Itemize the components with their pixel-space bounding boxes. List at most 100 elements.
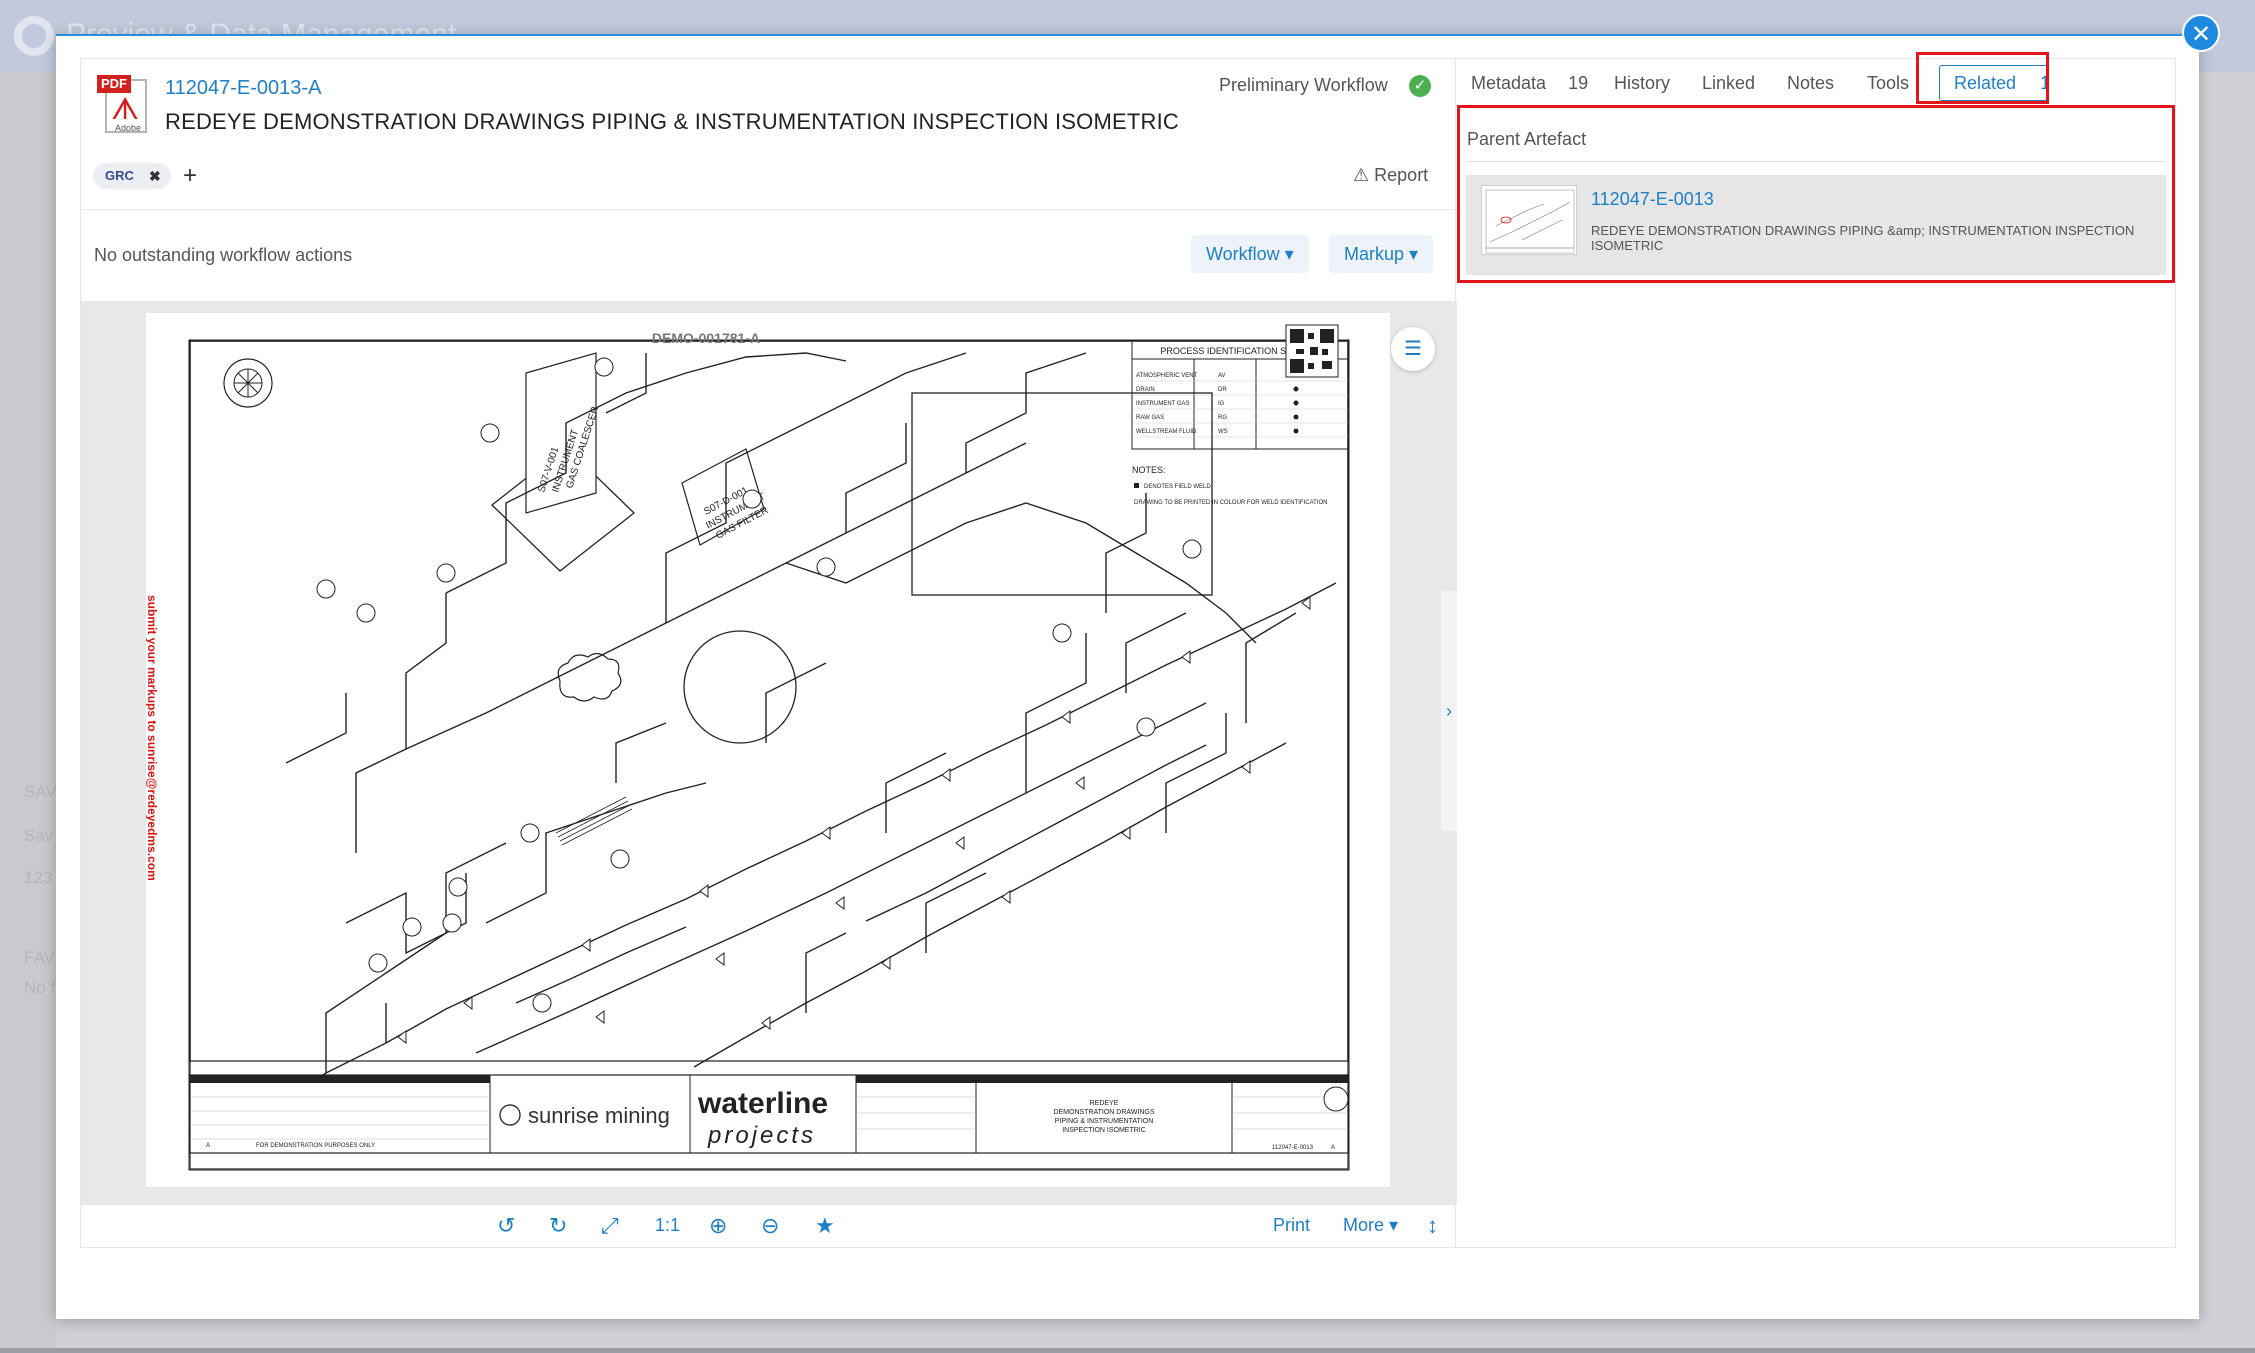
star-icon[interactable]: ★ xyxy=(815,1213,835,1239)
list-icon[interactable]: ☰ xyxy=(1391,327,1435,371)
sunrise-logo-icon xyxy=(499,1104,521,1126)
drawing-number: 112047-E-0013 xyxy=(1272,1145,1314,1151)
consultant-name: waterline xyxy=(697,1087,828,1120)
notes-title: NOTES: xyxy=(1132,465,1166,475)
zoom-in-icon[interactable]: ⊕ xyxy=(709,1213,727,1239)
remove-tag-icon[interactable]: ✖ xyxy=(149,163,161,189)
tab-label: History xyxy=(1614,73,1671,93)
zoom-out-icon[interactable]: ⊖ xyxy=(761,1213,779,1239)
legend-row: WELLSTREAM FLUID xyxy=(1136,429,1197,435)
check-circle-icon: ✓ xyxy=(1409,75,1431,97)
caret-down-icon: ▾ xyxy=(1284,244,1294,264)
drawing-page: DEMO-001781-A PROCESS IDENTIFICATION SYM… xyxy=(145,313,1390,1187)
qr-code-icon xyxy=(1285,324,1339,378)
tab-label: Tools xyxy=(1867,73,1910,93)
rotate-right-icon[interactable]: ↻ xyxy=(549,1213,567,1239)
markup-button-label: Markup xyxy=(1344,244,1405,264)
rev-note: FOR DEMONSTRATION PURPOSES ONLY xyxy=(256,1143,375,1149)
highlight-box-parent-artefact xyxy=(1457,105,2175,283)
piping-lines xyxy=(281,352,1337,1102)
document-viewer[interactable]: DEMO-001781-A PROCESS IDENTIFICATION SYM… xyxy=(81,301,1457,1205)
tab-label: Metadata xyxy=(1471,73,1547,93)
workflow-status: Preliminary Workflow xyxy=(1219,75,1388,95)
tab-tools[interactable]: Tools xyxy=(1867,73,1909,94)
fit-icon[interactable]: ⤢ xyxy=(601,1213,619,1239)
legend-row: DRAIN xyxy=(1136,387,1155,393)
rotate-left-icon[interactable]: ↺ xyxy=(497,1213,515,1239)
note-line: DRAWING TO BE PRINTED IN COLOUR FOR WELD… xyxy=(1134,500,1327,506)
adobe-label: Adobe xyxy=(115,123,142,133)
warning-icon: ⚠ xyxy=(1353,165,1370,185)
tab-label: Linked xyxy=(1702,73,1756,93)
legend-code: AV xyxy=(1218,373,1226,379)
insulation-hatch xyxy=(555,796,633,846)
details-tabs: Metadata 19 History Linked Notes Tools Re… xyxy=(1456,59,2176,107)
pdf-icon: PDF ᗑ Adobe xyxy=(97,75,149,135)
vertical-resize-icon[interactable]: ↕ xyxy=(1427,1213,1438,1239)
pdf-tag: PDF xyxy=(97,75,131,93)
coalescer-vessel: S07-V-001 INSTRUMENT GAS COALESCER xyxy=(525,352,601,514)
valve-symbols xyxy=(341,596,1311,1098)
isometric-drawing: DEMO-001781-A PROCESS IDENTIFICATION SYM… xyxy=(145,324,1350,1171)
drawing-code: DEMO-001781-A xyxy=(652,330,760,346)
tab-metadata[interactable]: Metadata 19 xyxy=(1471,73,1588,94)
title-block: A FOR DEMONSTRATION PURPOSES ONLY sunris… xyxy=(189,1074,1349,1154)
highlighted-regions xyxy=(491,392,1213,744)
tab-label: Notes xyxy=(1787,73,1835,93)
legend-row: INSTRUMENT GAS xyxy=(1136,401,1190,407)
legend-code: IG xyxy=(1218,401,1225,407)
consultant-subname: projects xyxy=(707,1122,816,1149)
more-label: More xyxy=(1343,1215,1385,1235)
legend-row: ATMOSPHERIC VENT xyxy=(1136,373,1198,379)
workflow-button-label: Workflow xyxy=(1206,244,1280,264)
tab-count: 19 xyxy=(1568,73,1589,93)
sidebar-label: SAV xyxy=(24,782,57,801)
note-line: DENOTES FIELD WELD xyxy=(1144,484,1211,490)
sidebar-label: No f xyxy=(24,978,56,997)
tab-linked[interactable]: Linked xyxy=(1702,73,1755,94)
divider xyxy=(81,209,1457,210)
close-modal-button[interactable]: ✕ xyxy=(2182,14,2220,52)
report-button[interactable]: ⚠ Report xyxy=(1353,165,1428,186)
tag-label: GRC xyxy=(105,168,134,183)
field-weld-symbol xyxy=(1134,483,1139,488)
highlight-box-related-tab xyxy=(1916,52,2049,104)
report-label: Report xyxy=(1374,165,1429,185)
app-bottom-bar xyxy=(0,1348,2255,1353)
sidebar-label: FAV xyxy=(24,948,55,967)
chevron-right-icon[interactable]: › xyxy=(1441,591,1457,831)
caret-down-icon: ▾ xyxy=(1409,244,1419,264)
more-dropdown-button[interactable]: More ▾ xyxy=(1343,1215,1398,1236)
adobe-logo-icon: ᗑ xyxy=(111,93,140,126)
company-logo-icon xyxy=(1323,1086,1349,1112)
document-title: REDEYE DEMONSTRATION DRAWINGS PIPING & I… xyxy=(165,109,1180,134)
svg-text:DEMONSTRATION DRAWINGS: DEMONSTRATION DRAWINGS xyxy=(1053,1109,1154,1116)
client-name: sunrise mining xyxy=(528,1103,670,1128)
zoom-ratio[interactable]: 1:1 xyxy=(655,1215,680,1236)
sidebar-label: Sav xyxy=(24,826,54,845)
legend-code: WS xyxy=(1218,429,1228,435)
workflow-dropdown-button[interactable]: Workflow ▾ xyxy=(1191,235,1309,273)
legend-row: RAW GAS xyxy=(1136,415,1164,421)
markup-submission-note: submit your markups to sunrise@redeyedms… xyxy=(146,595,159,881)
markup-dropdown-button[interactable]: Markup ▾ xyxy=(1329,235,1434,273)
legend-code: DR xyxy=(1218,387,1227,393)
instrument-bubbles xyxy=(316,357,1202,1013)
print-button[interactable]: Print xyxy=(1273,1215,1310,1236)
legend-code: RG xyxy=(1218,415,1227,421)
tab-notes[interactable]: Notes xyxy=(1787,73,1834,94)
north-compass-icon xyxy=(223,358,273,408)
rev-letter: A xyxy=(206,1143,210,1149)
add-tag-button[interactable]: + xyxy=(183,163,197,189)
sidebar-label: 123 xyxy=(24,868,53,887)
document-panel: PDF ᗑ Adobe 112047-E-0013-A REDEYE DEMON… xyxy=(80,58,1457,1249)
tab-history[interactable]: History xyxy=(1614,73,1670,94)
svg-text:INSPECTION ISOMETRIC: INSPECTION ISOMETRIC xyxy=(1062,1127,1146,1134)
viewer-toolbar: ↺ ↻ ⤢ 1:1 ⊕ ⊖ ★ Print More ▾ ↕ xyxy=(81,1205,1457,1249)
svg-text:REDEYE: REDEYE xyxy=(1090,1100,1119,1107)
settings-gear-icon xyxy=(14,16,54,56)
drawing-revision: A xyxy=(1331,1145,1335,1151)
workflow-message: No outstanding workflow actions xyxy=(94,245,353,265)
svg-text:PIPING & INSTRUMENTATION: PIPING & INSTRUMENTATION xyxy=(1055,1118,1154,1125)
document-number-link[interactable]: 112047-E-0013-A xyxy=(165,77,321,100)
